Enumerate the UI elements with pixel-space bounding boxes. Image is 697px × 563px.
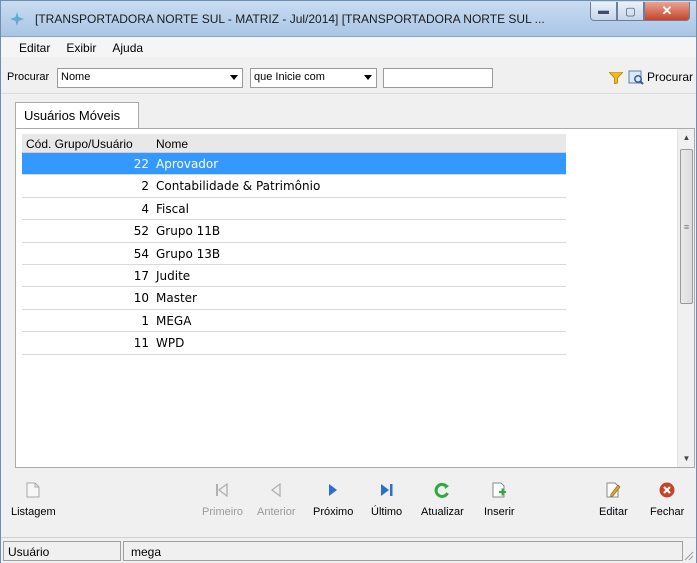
table-row[interactable]: 17 Judite	[22, 265, 566, 288]
scroll-up-icon[interactable]: ▲	[678, 129, 694, 146]
table-row[interactable]: 10 Master	[22, 287, 566, 310]
cell-code: 17	[133, 268, 149, 283]
cell-code: 52	[133, 224, 149, 239]
cell-name: MEGA	[156, 313, 192, 328]
search-icon	[628, 70, 644, 85]
search-mode-value: que Inicie com	[254, 71, 325, 83]
listagem-button[interactable]: Listagem	[11, 481, 56, 518]
tab-label: Usuários Móveis	[24, 108, 121, 123]
scroll-down-icon[interactable]: ▼	[678, 450, 694, 467]
insert-label: Inserir	[484, 506, 515, 518]
first-label: Primeiro	[202, 506, 243, 518]
cell-code: 22	[133, 157, 149, 171]
cell-name: Fiscal	[156, 201, 189, 216]
cell-name: Judite	[156, 268, 191, 283]
cell-name: Contabilidade & Patrimônio	[156, 179, 321, 194]
maximize-button[interactable]: ▢	[617, 2, 644, 21]
close-circle-icon	[658, 481, 676, 499]
minimize-button[interactable]: ▬	[590, 2, 617, 21]
minimize-icon: ▬	[598, 5, 609, 17]
cell-code: 4	[141, 201, 149, 216]
refresh-icon	[433, 481, 451, 499]
search-label: Procurar	[7, 71, 50, 83]
first-button[interactable]: Primeiro	[202, 481, 243, 518]
add-document-icon	[490, 481, 508, 499]
next-label: Próximo	[313, 506, 354, 518]
cell-code: 1	[141, 313, 149, 328]
cell-code: 2	[141, 179, 149, 194]
column-header-name[interactable]: Nome	[156, 137, 188, 151]
table-row[interactable]: 54 Grupo 13B	[22, 243, 566, 265]
search-input[interactable]	[383, 68, 493, 88]
vertical-scrollbar[interactable]: ▲ ≡ ▼	[677, 129, 694, 467]
close-icon: ✕	[661, 3, 673, 18]
close-form-button[interactable]: Fechar	[650, 481, 684, 518]
table-row[interactable]: 4 Fiscal	[22, 198, 566, 221]
search-field-select[interactable]: Nome	[57, 68, 243, 88]
cell-code: 11	[133, 336, 149, 351]
chevron-down-icon	[230, 75, 238, 80]
menu-bar: Editar Exibir Ajuda	[1, 38, 696, 57]
previous-record-icon	[267, 481, 285, 499]
status-value: mega	[123, 541, 683, 561]
next-button[interactable]: Próximo	[313, 481, 353, 518]
listagem-label: Listagem	[11, 506, 56, 518]
search-bar: Procurar Nome que Inicie com Procurar	[1, 58, 696, 94]
insert-button[interactable]: Inserir	[484, 481, 515, 518]
close-form-label: Fechar	[650, 506, 685, 518]
table-row[interactable]: 52 Grupo 11B	[22, 220, 566, 243]
search-button-label: Procurar	[647, 70, 694, 84]
maximize-icon: ▢	[625, 5, 636, 18]
app-icon	[10, 12, 24, 26]
window-title: [TRANSPORTADORA NORTE SUL - MATRIZ - Jul…	[35, 12, 545, 26]
resize-grip-icon[interactable]	[682, 549, 694, 561]
filter-icon[interactable]	[609, 72, 623, 84]
status-bar: Usuário mega	[1, 537, 696, 563]
window-controls: ▬ ▢ ✕	[590, 2, 690, 21]
search-mode-select[interactable]: que Inicie com	[250, 68, 377, 88]
grid-rows: 22 Aprovador 2 Contabilidade & Patrimônio 4 F…	[22, 153, 566, 355]
last-button[interactable]: Último	[371, 481, 402, 518]
refresh-label: Atualizar	[421, 506, 464, 518]
tab-usuarios-moveis[interactable]: Usuários Móveis	[15, 102, 139, 128]
scroll-thumb[interactable]: ≡	[680, 149, 693, 304]
document-icon	[24, 481, 42, 499]
status-label: Usuário	[3, 541, 121, 561]
edit-button[interactable]: Editar	[599, 481, 628, 518]
app-window: [TRANSPORTADORA NORTE SUL - MATRIZ - Jul…	[0, 0, 697, 563]
cell-name: WPD	[156, 336, 185, 351]
column-header-code[interactable]: Cód. Grupo/Usuário	[26, 137, 133, 151]
last-record-icon	[378, 481, 396, 499]
refresh-button[interactable]: Atualizar	[421, 481, 464, 518]
table-row[interactable]: 11 WPD	[22, 332, 566, 355]
title-bar[interactable]: [TRANSPORTADORA NORTE SUL - MATRIZ - Jul…	[1, 1, 696, 37]
search-field-value: Nome	[61, 71, 91, 83]
cell-name: Aprovador	[156, 157, 219, 171]
chevron-down-icon	[364, 75, 372, 80]
grid-header: Cód. Grupo/Usuário Nome	[22, 134, 566, 153]
bottom-toolbar: Listagem Primeiro Anterior Próximo Últim	[1, 471, 696, 533]
cell-code: 54	[133, 246, 149, 261]
first-record-icon	[213, 481, 231, 499]
cell-code: 10	[133, 291, 149, 306]
previous-label: Anterior	[257, 506, 296, 518]
table-row[interactable]: 22 Aprovador	[22, 153, 566, 176]
cell-name: Grupo 13B	[156, 246, 221, 261]
table-row[interactable]: 1 MEGA	[22, 310, 566, 333]
menu-editar[interactable]: Editar	[15, 41, 54, 55]
table-row[interactable]: 2 Contabilidade & Patrimônio	[22, 175, 566, 198]
last-label: Último	[371, 506, 403, 518]
edit-document-icon	[604, 481, 622, 499]
menu-ajuda[interactable]: Ajuda	[108, 41, 147, 55]
search-button[interactable]: Procurar	[628, 69, 693, 85]
close-button[interactable]: ✕	[644, 2, 690, 21]
cell-name: Grupo 11B	[156, 224, 221, 239]
edit-label: Editar	[599, 506, 628, 518]
cell-name: Master	[156, 291, 197, 306]
menu-exibir[interactable]: Exibir	[62, 41, 100, 55]
data-grid[interactable]: Cód. Grupo/Usuário Nome 22 Aprovador 2 Cont…	[15, 128, 695, 468]
next-record-icon	[324, 481, 342, 499]
previous-button[interactable]: Anterior	[257, 481, 296, 518]
